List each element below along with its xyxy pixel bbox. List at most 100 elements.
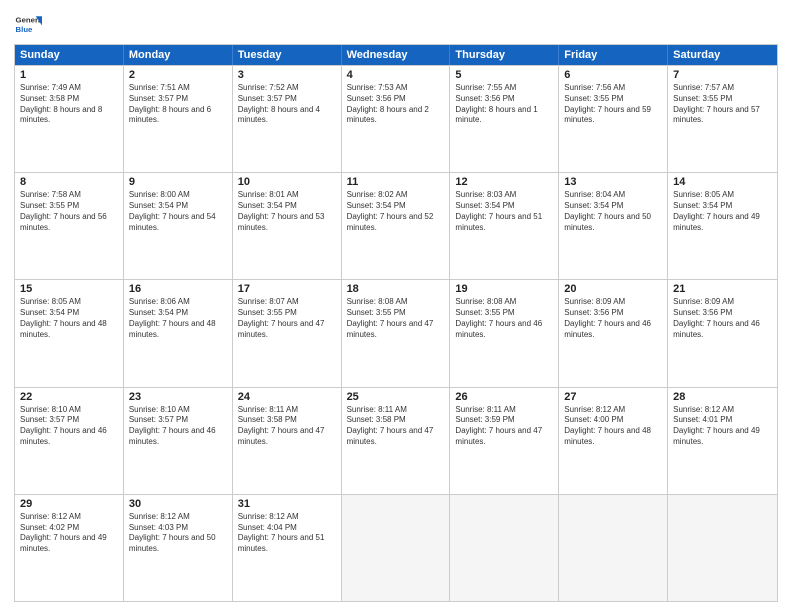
day-cell-14: 14 Sunrise: 8:05 AM Sunset: 3:54 PM Dayl… — [668, 173, 777, 279]
cell-info: Sunrise: 7:52 AM Sunset: 3:57 PM Dayligh… — [238, 83, 336, 126]
day-number: 4 — [347, 69, 445, 81]
day-number: 31 — [238, 498, 336, 510]
day-cell-30: 30 Sunrise: 8:12 AM Sunset: 4:03 PM Dayl… — [124, 495, 233, 601]
day-cell-9: 9 Sunrise: 8:00 AM Sunset: 3:54 PM Dayli… — [124, 173, 233, 279]
day-number: 14 — [673, 176, 772, 188]
cell-info: Sunrise: 8:12 AM Sunset: 4:02 PM Dayligh… — [20, 512, 118, 555]
calendar: SundayMondayTuesdayWednesdayThursdayFrid… — [14, 44, 778, 602]
day-header-friday: Friday — [559, 45, 668, 65]
day-cell-5: 5 Sunrise: 7:55 AM Sunset: 3:56 PM Dayli… — [450, 66, 559, 172]
cell-info: Sunrise: 8:10 AM Sunset: 3:57 PM Dayligh… — [20, 405, 118, 448]
day-header-tuesday: Tuesday — [233, 45, 342, 65]
day-number: 20 — [564, 283, 662, 295]
day-number: 22 — [20, 391, 118, 403]
cell-info: Sunrise: 8:05 AM Sunset: 3:54 PM Dayligh… — [20, 297, 118, 340]
calendar-header: SundayMondayTuesdayWednesdayThursdayFrid… — [15, 45, 777, 65]
day-cell-8: 8 Sunrise: 7:58 AM Sunset: 3:55 PM Dayli… — [15, 173, 124, 279]
day-cell-31: 31 Sunrise: 8:12 AM Sunset: 4:04 PM Dayl… — [233, 495, 342, 601]
page: General Blue SundayMondayTuesdayWednesda… — [0, 0, 792, 612]
day-number: 5 — [455, 69, 553, 81]
empty-cell — [342, 495, 451, 601]
day-cell-29: 29 Sunrise: 8:12 AM Sunset: 4:02 PM Dayl… — [15, 495, 124, 601]
day-number: 15 — [20, 283, 118, 295]
cell-info: Sunrise: 7:55 AM Sunset: 3:56 PM Dayligh… — [455, 83, 553, 126]
day-cell-24: 24 Sunrise: 8:11 AM Sunset: 3:58 PM Dayl… — [233, 388, 342, 494]
header: General Blue — [14, 10, 778, 38]
day-number: 19 — [455, 283, 553, 295]
day-number: 21 — [673, 283, 772, 295]
cell-info: Sunrise: 8:07 AM Sunset: 3:55 PM Dayligh… — [238, 297, 336, 340]
day-number: 3 — [238, 69, 336, 81]
day-cell-18: 18 Sunrise: 8:08 AM Sunset: 3:55 PM Dayl… — [342, 280, 451, 386]
day-number: 12 — [455, 176, 553, 188]
day-number: 10 — [238, 176, 336, 188]
cell-info: Sunrise: 8:11 AM Sunset: 3:58 PM Dayligh… — [347, 405, 445, 448]
day-number: 18 — [347, 283, 445, 295]
day-number: 28 — [673, 391, 772, 403]
cell-info: Sunrise: 8:09 AM Sunset: 3:56 PM Dayligh… — [564, 297, 662, 340]
week-row-5: 29 Sunrise: 8:12 AM Sunset: 4:02 PM Dayl… — [15, 494, 777, 601]
svg-text:Blue: Blue — [16, 25, 34, 34]
cell-info: Sunrise: 8:12 AM Sunset: 4:01 PM Dayligh… — [673, 405, 772, 448]
day-cell-12: 12 Sunrise: 8:03 AM Sunset: 3:54 PM Dayl… — [450, 173, 559, 279]
empty-cell — [668, 495, 777, 601]
day-cell-19: 19 Sunrise: 8:08 AM Sunset: 3:55 PM Dayl… — [450, 280, 559, 386]
day-cell-28: 28 Sunrise: 8:12 AM Sunset: 4:01 PM Dayl… — [668, 388, 777, 494]
day-cell-25: 25 Sunrise: 8:11 AM Sunset: 3:58 PM Dayl… — [342, 388, 451, 494]
day-number: 6 — [564, 69, 662, 81]
day-cell-1: 1 Sunrise: 7:49 AM Sunset: 3:58 PM Dayli… — [15, 66, 124, 172]
day-number: 16 — [129, 283, 227, 295]
day-number: 7 — [673, 69, 772, 81]
cell-info: Sunrise: 8:12 AM Sunset: 4:00 PM Dayligh… — [564, 405, 662, 448]
day-cell-4: 4 Sunrise: 7:53 AM Sunset: 3:56 PM Dayli… — [342, 66, 451, 172]
logo-icon: General Blue — [14, 10, 42, 38]
cell-info: Sunrise: 7:51 AM Sunset: 3:57 PM Dayligh… — [129, 83, 227, 126]
cell-info: Sunrise: 8:08 AM Sunset: 3:55 PM Dayligh… — [455, 297, 553, 340]
day-header-saturday: Saturday — [668, 45, 777, 65]
cell-info: Sunrise: 7:57 AM Sunset: 3:55 PM Dayligh… — [673, 83, 772, 126]
day-number: 1 — [20, 69, 118, 81]
day-cell-17: 17 Sunrise: 8:07 AM Sunset: 3:55 PM Dayl… — [233, 280, 342, 386]
cell-info: Sunrise: 8:12 AM Sunset: 4:04 PM Dayligh… — [238, 512, 336, 555]
logo: General Blue — [14, 10, 42, 38]
week-row-4: 22 Sunrise: 8:10 AM Sunset: 3:57 PM Dayl… — [15, 387, 777, 494]
week-row-3: 15 Sunrise: 8:05 AM Sunset: 3:54 PM Dayl… — [15, 279, 777, 386]
cell-info: Sunrise: 8:03 AM Sunset: 3:54 PM Dayligh… — [455, 190, 553, 233]
day-cell-2: 2 Sunrise: 7:51 AM Sunset: 3:57 PM Dayli… — [124, 66, 233, 172]
day-number: 29 — [20, 498, 118, 510]
day-number: 17 — [238, 283, 336, 295]
cell-info: Sunrise: 8:10 AM Sunset: 3:57 PM Dayligh… — [129, 405, 227, 448]
day-cell-20: 20 Sunrise: 8:09 AM Sunset: 3:56 PM Dayl… — [559, 280, 668, 386]
cell-info: Sunrise: 8:11 AM Sunset: 3:59 PM Dayligh… — [455, 405, 553, 448]
day-number: 24 — [238, 391, 336, 403]
cell-info: Sunrise: 8:06 AM Sunset: 3:54 PM Dayligh… — [129, 297, 227, 340]
cell-info: Sunrise: 7:53 AM Sunset: 3:56 PM Dayligh… — [347, 83, 445, 126]
day-cell-16: 16 Sunrise: 8:06 AM Sunset: 3:54 PM Dayl… — [124, 280, 233, 386]
day-cell-15: 15 Sunrise: 8:05 AM Sunset: 3:54 PM Dayl… — [15, 280, 124, 386]
cell-info: Sunrise: 7:58 AM Sunset: 3:55 PM Dayligh… — [20, 190, 118, 233]
day-number: 9 — [129, 176, 227, 188]
day-cell-13: 13 Sunrise: 8:04 AM Sunset: 3:54 PM Dayl… — [559, 173, 668, 279]
empty-cell — [450, 495, 559, 601]
week-row-2: 8 Sunrise: 7:58 AM Sunset: 3:55 PM Dayli… — [15, 172, 777, 279]
day-cell-27: 27 Sunrise: 8:12 AM Sunset: 4:00 PM Dayl… — [559, 388, 668, 494]
empty-cell — [559, 495, 668, 601]
day-cell-26: 26 Sunrise: 8:11 AM Sunset: 3:59 PM Dayl… — [450, 388, 559, 494]
cell-info: Sunrise: 7:56 AM Sunset: 3:55 PM Dayligh… — [564, 83, 662, 126]
day-cell-3: 3 Sunrise: 7:52 AM Sunset: 3:57 PM Dayli… — [233, 66, 342, 172]
cell-info: Sunrise: 8:12 AM Sunset: 4:03 PM Dayligh… — [129, 512, 227, 555]
calendar-body: 1 Sunrise: 7:49 AM Sunset: 3:58 PM Dayli… — [15, 65, 777, 601]
day-header-thursday: Thursday — [450, 45, 559, 65]
day-cell-10: 10 Sunrise: 8:01 AM Sunset: 3:54 PM Dayl… — [233, 173, 342, 279]
cell-info: Sunrise: 8:00 AM Sunset: 3:54 PM Dayligh… — [129, 190, 227, 233]
cell-info: Sunrise: 8:05 AM Sunset: 3:54 PM Dayligh… — [673, 190, 772, 233]
day-number: 13 — [564, 176, 662, 188]
day-number: 2 — [129, 69, 227, 81]
day-cell-22: 22 Sunrise: 8:10 AM Sunset: 3:57 PM Dayl… — [15, 388, 124, 494]
day-header-wednesday: Wednesday — [342, 45, 451, 65]
cell-info: Sunrise: 8:04 AM Sunset: 3:54 PM Dayligh… — [564, 190, 662, 233]
cell-info: Sunrise: 8:11 AM Sunset: 3:58 PM Dayligh… — [238, 405, 336, 448]
cell-info: Sunrise: 8:01 AM Sunset: 3:54 PM Dayligh… — [238, 190, 336, 233]
day-number: 11 — [347, 176, 445, 188]
day-cell-7: 7 Sunrise: 7:57 AM Sunset: 3:55 PM Dayli… — [668, 66, 777, 172]
